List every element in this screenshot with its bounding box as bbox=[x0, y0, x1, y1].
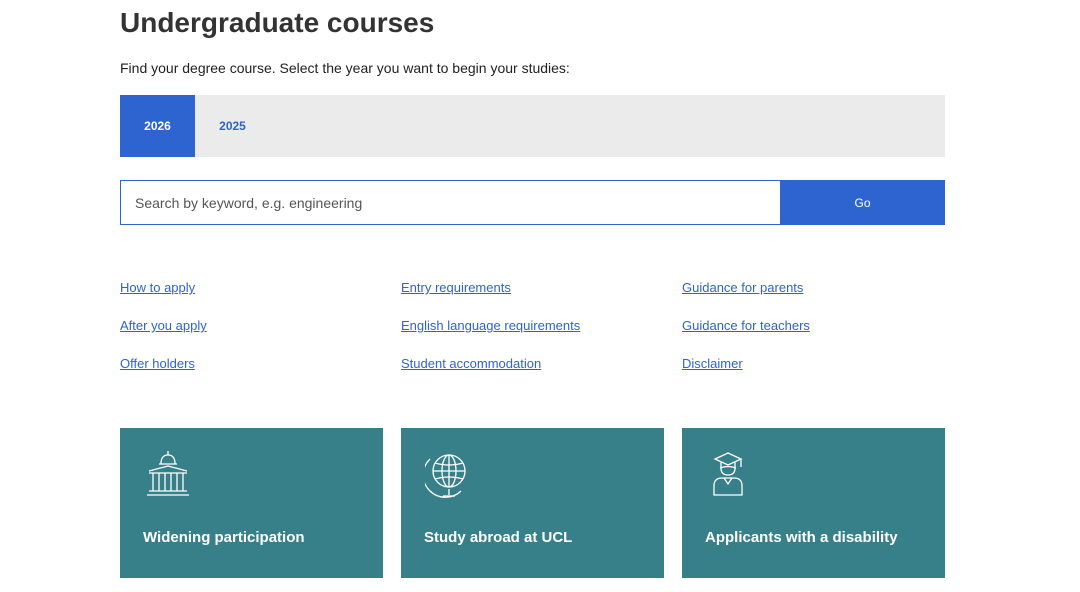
intro-text: Find your degree course. Select the year… bbox=[120, 60, 570, 76]
search-bar: Go bbox=[120, 180, 945, 225]
link-guidance-for-teachers[interactable]: Guidance for teachers bbox=[682, 318, 810, 334]
card-study-abroad[interactable]: Study abroad at UCL bbox=[401, 428, 664, 578]
tab-2025[interactable]: 2025 bbox=[195, 95, 270, 157]
globe-icon bbox=[425, 454, 466, 498]
link-offer-holders[interactable]: Offer holders bbox=[120, 356, 195, 372]
link-how-to-apply[interactable]: How to apply bbox=[120, 280, 195, 296]
card-widening-participation[interactable]: Widening participation bbox=[120, 428, 383, 578]
link-after-you-apply[interactable]: After you apply bbox=[120, 318, 207, 334]
tab-2026[interactable]: 2026 bbox=[120, 95, 195, 157]
link-student-accommodation[interactable]: Student accommodation bbox=[401, 356, 541, 372]
graduate-icon bbox=[713, 452, 743, 496]
page-title: Undergraduate courses bbox=[120, 7, 435, 38]
card-title: Study abroad at UCL bbox=[424, 529, 573, 546]
link-entry-requirements[interactable]: Entry requirements bbox=[401, 280, 511, 296]
card-applicants-with-disability[interactable]: Applicants with a disability bbox=[682, 428, 945, 578]
link-disclaimer[interactable]: Disclaimer bbox=[682, 356, 743, 372]
year-tabs: 2026 2025 bbox=[120, 95, 945, 157]
link-guidance-for-parents[interactable]: Guidance for parents bbox=[682, 280, 803, 296]
link-english-language-requirements[interactable]: English language requirements bbox=[401, 318, 580, 334]
card-title: Applicants with a disability bbox=[705, 529, 898, 546]
search-input[interactable] bbox=[120, 180, 780, 225]
go-button[interactable]: Go bbox=[780, 180, 945, 225]
university-building-icon bbox=[147, 451, 189, 496]
card-title: Widening participation bbox=[143, 529, 305, 546]
